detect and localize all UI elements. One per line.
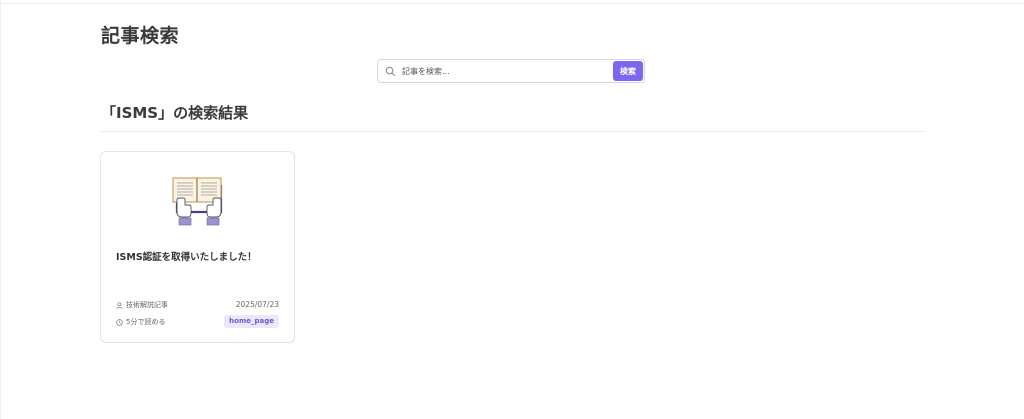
user-icon — [116, 301, 123, 309]
article-tag[interactable]: home_page — [224, 315, 279, 328]
article-card[interactable]: ISMS認証を取得いたしました！ 技術解説記事 2025/07/23 5分で読め… — [100, 151, 295, 343]
article-category: 技術解説記事 — [116, 300, 168, 310]
open-book-hands-icon — [172, 177, 223, 226]
article-date: 2025/07/23 — [235, 300, 279, 309]
search-icon — [385, 66, 396, 77]
search-bar: 検索 — [377, 59, 645, 83]
header-divider — [0, 3, 1024, 4]
article-title[interactable]: ISMS認証を取得いたしました！ — [116, 249, 286, 263]
page-left-border — [0, 0, 1, 419]
article-read-time-label: 5分で読める — [126, 318, 166, 326]
page-title: 記事検索 — [101, 25, 180, 47]
search-button[interactable]: 検索 — [613, 61, 643, 81]
results-divider — [101, 131, 925, 132]
article-category-label: 技術解説記事 — [126, 301, 168, 309]
results-heading: 「ISMS」の検索結果 — [101, 104, 249, 122]
clock-icon — [116, 318, 123, 326]
article-read-time: 5分で読める — [116, 317, 165, 327]
search-input[interactable] — [402, 63, 607, 79]
